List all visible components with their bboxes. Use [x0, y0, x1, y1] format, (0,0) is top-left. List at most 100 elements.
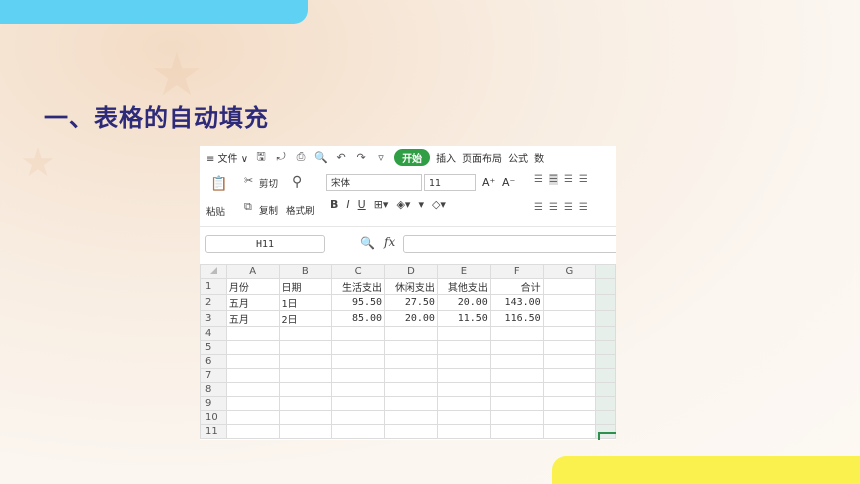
cell[interactable] — [331, 326, 386, 341]
cell[interactable] — [595, 326, 616, 341]
file-menu[interactable]: ≡ 文件 ∨ — [206, 150, 248, 165]
cell[interactable] — [542, 410, 597, 425]
cell[interactable]: 2日 — [278, 310, 333, 327]
column-header-d[interactable]: D — [384, 264, 438, 279]
cell[interactable] — [436, 382, 491, 397]
more-icon[interactable]: ▿ — [374, 151, 388, 164]
column-header-f[interactable]: F — [489, 264, 544, 279]
grow-font-button[interactable]: A⁺ — [482, 176, 495, 189]
fx-icon[interactable]: fx — [384, 235, 395, 249]
align-bottom-icon[interactable]: ☰ — [564, 174, 573, 185]
cell[interactable] — [542, 368, 597, 383]
cell[interactable] — [225, 368, 280, 383]
row-header[interactable]: 8 — [200, 382, 227, 397]
cell[interactable] — [225, 326, 280, 341]
cell[interactable] — [595, 310, 616, 327]
paste-icon[interactable]: 📋 — [210, 176, 227, 192]
cell[interactable] — [384, 382, 438, 397]
column-header-c[interactable]: C — [331, 264, 386, 279]
cell[interactable] — [278, 326, 333, 341]
cell[interactable] — [489, 382, 544, 397]
row-header[interactable]: 7 — [200, 368, 227, 383]
cell[interactable]: 116.50 — [489, 310, 544, 327]
cell[interactable] — [489, 340, 544, 355]
cell[interactable] — [595, 396, 616, 411]
tab-page-layout[interactable]: 页面布局 — [462, 150, 502, 165]
cell[interactable] — [384, 354, 438, 369]
column-header-e[interactable]: E — [436, 264, 491, 279]
fill-color-icon[interactable]: ◈▾ — [396, 198, 410, 211]
cell[interactable] — [436, 354, 491, 369]
cell[interactable]: 月份 — [225, 278, 280, 295]
cell[interactable] — [436, 340, 491, 355]
save-icon[interactable]: 🖫 — [254, 148, 268, 167]
cell[interactable] — [225, 340, 280, 355]
cell[interactable] — [225, 410, 280, 425]
row-header[interactable]: 11 — [200, 424, 227, 439]
cell[interactable] — [278, 368, 333, 383]
copy-button[interactable]: 复制 — [259, 203, 278, 217]
redo-arrow-icon[interactable]: ↷ — [354, 151, 368, 164]
cell[interactable] — [542, 278, 597, 295]
print-icon[interactable]: ⎙ — [294, 150, 308, 164]
cell[interactable]: 27.50 — [384, 294, 438, 311]
cell[interactable]: 1日 — [278, 294, 333, 311]
cell[interactable]: 20.00 — [436, 294, 491, 311]
align-middle-icon[interactable]: ☰ — [548, 174, 558, 185]
selected-cell-h11[interactable] — [598, 432, 616, 440]
cell[interactable] — [278, 340, 333, 355]
cell[interactable] — [489, 424, 544, 439]
column-header-h[interactable] — [595, 264, 616, 279]
zoom-icon[interactable]: 🔍 — [360, 236, 375, 250]
cell[interactable] — [595, 278, 616, 295]
cell[interactable] — [542, 354, 597, 369]
cell[interactable] — [278, 396, 333, 411]
cell[interactable]: 85.00 — [331, 310, 386, 327]
cell[interactable] — [384, 326, 438, 341]
cell[interactable] — [489, 354, 544, 369]
row-header[interactable]: 6 — [200, 354, 227, 369]
cell[interactable] — [542, 326, 597, 341]
cell[interactable]: 五月 — [225, 310, 280, 327]
justify-icon[interactable]: ☰ — [579, 202, 588, 213]
cell[interactable] — [542, 294, 597, 311]
cell[interactable] — [595, 294, 616, 311]
name-box[interactable]: H11 — [205, 235, 325, 253]
cell[interactable] — [278, 382, 333, 397]
align-left-icon[interactable]: ☰ — [534, 202, 543, 213]
cell[interactable] — [595, 354, 616, 369]
cell[interactable] — [278, 354, 333, 369]
cell[interactable] — [331, 340, 386, 355]
cell[interactable] — [331, 368, 386, 383]
tab-formulas[interactable]: 公式 — [508, 150, 528, 165]
align-top-icon[interactable]: ☰ — [534, 174, 543, 185]
cell[interactable] — [384, 410, 438, 425]
formula-input[interactable] — [403, 235, 616, 253]
column-header-g[interactable]: G — [542, 264, 597, 279]
tab-data[interactable]: 数 — [534, 150, 544, 165]
cell[interactable] — [436, 326, 491, 341]
cell[interactable] — [384, 424, 438, 439]
italic-button[interactable]: I — [346, 198, 349, 211]
format-painter-button[interactable]: 格式刷 — [286, 203, 315, 217]
cell[interactable] — [436, 424, 491, 439]
font-size-select[interactable]: 11 — [424, 174, 476, 191]
cell[interactable] — [384, 396, 438, 411]
cell[interactable] — [225, 424, 280, 439]
cell[interactable] — [489, 326, 544, 341]
cell[interactable]: 11.50 — [436, 310, 491, 327]
cell[interactable]: 143.00 — [489, 294, 544, 311]
cell[interactable] — [278, 424, 333, 439]
cell[interactable] — [542, 424, 597, 439]
clear-icon[interactable]: ◇▾ — [432, 198, 446, 211]
cell[interactable] — [384, 340, 438, 355]
cell[interactable] — [225, 396, 280, 411]
cell[interactable] — [595, 410, 616, 425]
cell[interactable]: 合计 — [489, 278, 544, 295]
row-header[interactable]: 4 — [200, 326, 227, 341]
select-all-corner[interactable] — [200, 264, 227, 279]
row-header[interactable]: 10 — [200, 410, 227, 425]
print-preview-icon[interactable]: 🔍 — [314, 151, 328, 164]
row-header[interactable]: 1 — [200, 278, 227, 295]
row-header[interactable]: 9 — [200, 396, 227, 411]
